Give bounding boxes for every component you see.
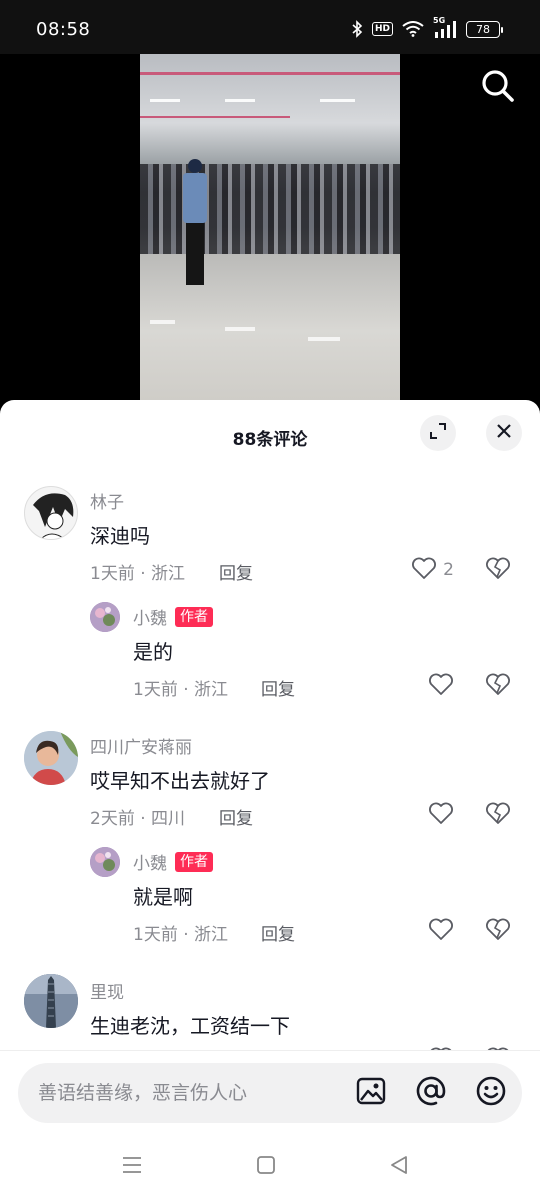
avatar[interactable] — [90, 602, 120, 632]
like-button[interactable]: 2 — [411, 556, 454, 584]
emoji-button[interactable] — [475, 1076, 507, 1110]
comment-meta: 1天前 · 浙江 — [90, 564, 186, 584]
dislike-button[interactable] — [484, 917, 512, 945]
video-officer — [180, 159, 210, 289]
comment-input-bar — [0, 1050, 540, 1134]
battery-icon: 78 — [466, 20, 503, 38]
comment-text: 深迪吗 — [90, 524, 150, 548]
comment-list[interactable]: 林子 深迪吗 1天前 · 浙江 回复 2 小魏 作者 是的 1天前 · 浙江 回… — [0, 472, 540, 1052]
bluetooth-icon — [351, 20, 363, 38]
comment-author[interactable]: 小魏 作者 — [133, 849, 213, 874]
dislike-button[interactable] — [484, 556, 512, 584]
comment-item: 林子 深迪吗 1天前 · 浙江 回复 2 — [0, 484, 540, 594]
hd-icon: HD — [371, 22, 393, 36]
author-badge: 作者 — [175, 606, 213, 627]
comment-author[interactable]: 里现 — [90, 978, 124, 1003]
comment-input-container — [18, 1063, 522, 1123]
avatar[interactable] — [90, 847, 120, 877]
video-light — [320, 99, 355, 102]
reply-button[interactable]: 回复 — [261, 675, 295, 700]
dislike-button[interactable] — [484, 672, 512, 700]
reply-button[interactable]: 回复 — [261, 920, 295, 945]
heart-icon — [428, 917, 454, 946]
signal-5g-icon: 5G — [433, 16, 457, 39]
comment-author[interactable]: 小魏 作者 — [133, 604, 213, 629]
video-floor-reflection — [225, 327, 255, 331]
dislike-button[interactable] — [484, 801, 512, 829]
comment-text: 是的 — [133, 640, 173, 664]
video-floor-reflection — [308, 337, 340, 341]
comment-item: 四川广安蒋丽 哎早知不出去就好了 2天前 · 四川 回复 — [0, 729, 540, 839]
close-icon — [496, 423, 512, 443]
reply-button[interactable]: 回复 — [219, 559, 253, 584]
reply-button[interactable]: 回复 — [219, 804, 253, 829]
status-time: 08:58 — [36, 19, 91, 40]
home-button[interactable] — [251, 1152, 281, 1182]
comment-meta: 2天前 · 四川 — [90, 809, 186, 829]
comment-meta: 1天前 · 浙江 — [133, 925, 229, 945]
avatar[interactable] — [24, 731, 78, 785]
avatar[interactable] — [24, 486, 78, 540]
broken-heart-icon — [485, 672, 511, 700]
wifi-icon — [402, 21, 424, 37]
like-button[interactable] — [428, 672, 454, 700]
video-light — [150, 99, 180, 102]
like-count: 2 — [443, 560, 454, 580]
comment-text: 生迪老沈，工资结一下 — [90, 1014, 290, 1038]
broken-heart-icon — [485, 917, 511, 945]
video-light — [225, 99, 255, 102]
heart-icon — [428, 801, 454, 830]
comment-text: 哎早知不出去就好了 — [90, 769, 270, 793]
video-frame[interactable] — [140, 54, 400, 400]
status-icons: HD 5G 78 — [351, 16, 503, 40]
comment-sheet-header: 88条评论 — [0, 400, 540, 472]
comment-item: 里现 生迪老沈，工资结一下 — [0, 974, 540, 1052]
menu-icon — [121, 1155, 143, 1179]
back-icon — [389, 1155, 409, 1179]
video-player[interactable] — [0, 54, 540, 414]
comment-input[interactable] — [38, 1063, 338, 1123]
broken-heart-icon — [485, 801, 511, 829]
broken-heart-icon — [485, 556, 511, 584]
image-button[interactable] — [355, 1077, 387, 1109]
system-nav-bar — [0, 1134, 540, 1200]
like-button[interactable] — [428, 917, 454, 945]
reply-item: 小魏 作者 是的 1天前 · 浙江 回复 — [0, 600, 540, 710]
at-icon — [416, 1076, 446, 1110]
home-icon — [256, 1155, 276, 1179]
heart-icon — [428, 672, 454, 701]
menu-button[interactable] — [117, 1152, 147, 1182]
comment-meta: 1天前 · 浙江 — [133, 680, 229, 700]
comment-author[interactable]: 四川广安蒋丽 — [90, 733, 192, 758]
back-button[interactable] — [384, 1152, 414, 1182]
image-icon — [356, 1076, 386, 1110]
author-badge: 作者 — [175, 851, 213, 872]
mention-button[interactable] — [415, 1076, 447, 1110]
like-button[interactable] — [428, 801, 454, 829]
heart-icon — [411, 556, 437, 585]
emoji-icon — [476, 1076, 506, 1110]
status-bar: 08:58 HD 5G 78 — [0, 0, 540, 54]
expand-button[interactable] — [420, 415, 456, 451]
comment-count-title: 88条评论 — [232, 430, 308, 450]
close-button[interactable] — [486, 415, 522, 451]
video-ceiling-beam — [140, 116, 290, 118]
video-floor-reflection — [150, 320, 175, 324]
search-icon — [481, 69, 515, 107]
comment-author[interactable]: 林子 — [90, 488, 124, 513]
comment-sheet: 88条评论 林子 深迪吗 1天前 · 浙江 回复 2 小魏 作者 是的 1天前 … — [0, 400, 540, 1200]
comment-text: 就是啊 — [133, 885, 193, 909]
reply-item: 小魏 作者 就是啊 1天前 · 浙江 回复 — [0, 845, 540, 955]
expand-icon — [429, 422, 447, 444]
avatar[interactable] — [24, 974, 78, 1028]
video-crowd — [140, 164, 400, 254]
search-button[interactable] — [478, 68, 518, 108]
video-ceiling-beam — [140, 72, 400, 75]
